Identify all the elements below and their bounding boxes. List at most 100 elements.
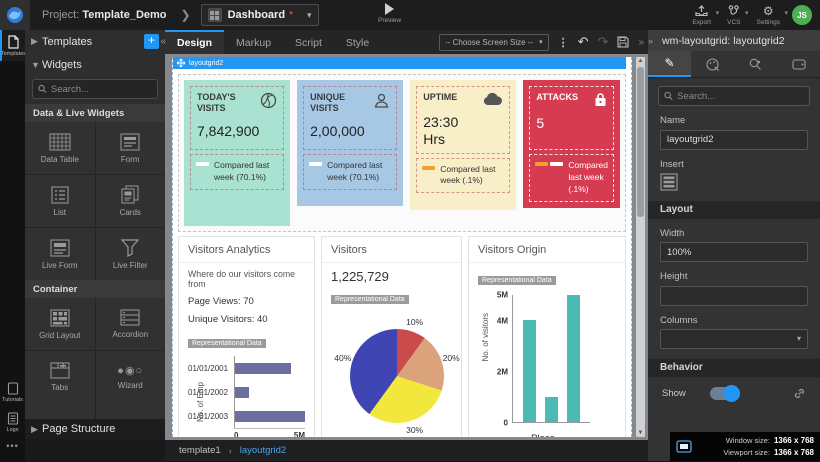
page-structure-toggle[interactable]: ▶ Page Structure [25,419,165,439]
kpi-card-uptime[interactable]: UPTIME 23:30 Hrs Compared last week (.1%… [410,80,516,210]
redo-button[interactable]: ↷ [598,34,609,50]
widgets-section-row[interactable]: ▼ Widgets [25,53,165,76]
widget-search-input[interactable] [51,84,152,95]
undo-button[interactable]: ↶ [578,34,589,50]
widget-live-filter[interactable]: Live Filter [96,228,166,280]
kpi-card-attacks[interactable]: ATTACKS 5 Compared last week (.1%) [523,80,620,208]
chevron-right-icon: ❯ [181,8,191,22]
bar [235,387,249,398]
widget-label: Wizard [118,381,143,390]
collapse-panel-icon[interactable]: « [160,36,166,47]
templates-section-row[interactable]: ▶ Templates + « [25,30,165,53]
widget-label: List [54,208,66,217]
group-header-container: Container [25,280,165,298]
widget-search[interactable] [32,79,158,99]
insert-row-button[interactable] [660,173,808,191]
screen-size-dropdown[interactable]: -- Choose Screen Size -- ▾ [439,34,549,51]
widget-accordion[interactable]: Accordion [96,298,166,350]
bar-category-label: 01/01/2001 [188,364,234,373]
representational-data-badge: Representational Data [331,295,409,304]
stat-unique-visitors: Unique Visitors: 40 [188,314,305,325]
widget-wizard[interactable]: ●◉○ Wizard [96,351,166,403]
group-header-data-live: Data & Live Widgets [25,104,165,122]
settings-button[interactable]: ⚙ Settings ▾ [757,5,781,26]
rail-item-logs[interactable]: Logs [0,407,25,437]
more-options-icon[interactable]: ••• [0,437,25,455]
panel-visitors[interactable]: Visitors 1,225,729 Representational Data… [321,236,462,437]
widget-cards[interactable]: Cards [96,175,166,227]
kpi-card-unique-visits[interactable]: UNIQUE VISITS 2,00,000 Compared last wee… [297,80,403,206]
add-template-button[interactable]: + [144,34,159,49]
window-size-label: Window size: [726,435,770,447]
widgets-section-label: Widgets [42,59,82,71]
y-axis-label: No. of Emp [196,382,205,422]
widget-list[interactable]: List [25,175,95,227]
widget-partial[interactable] [25,403,95,419]
design-canvas: layoutgrid2 TODAY'S VISITS 7,842,900 [165,54,648,440]
breadcrumb-template1[interactable]: template1 [179,445,221,456]
export-label: Export [692,19,711,26]
representational-data-badge: Representational Data [188,339,266,348]
bind-link-icon[interactable] [793,387,806,400]
panel-visitors-analytics[interactable]: Visitors Analytics Where do our visitors… [178,236,315,437]
widget-grid-layout[interactable]: Grid Layout [25,298,95,350]
breadcrumb-layoutgrid2[interactable]: layoutgrid2 [240,445,286,456]
save-button[interactable] [617,36,629,48]
name-field[interactable] [660,130,808,150]
insert-label: Insert [660,159,808,170]
show-toggle[interactable] [710,387,740,400]
widget-data-table[interactable]: Data Table [25,122,95,174]
columns-select[interactable]: ▾ [660,329,808,349]
kpi-card-todays-visits[interactable]: TODAY'S VISITS 7,842,900 Compared last w… [184,80,290,226]
scroll-up-icon[interactable]: ▲ [636,58,645,64]
widget-live-form[interactable]: Live Form [25,228,95,280]
width-field[interactable] [660,242,808,262]
collapse-panel-icon[interactable]: » [648,36,653,46]
wizard-icon: ●◉○ [117,364,143,377]
tab-style[interactable]: Style [334,30,381,54]
page-surface[interactable]: layoutgrid2 TODAY'S VISITS 7,842,900 [172,57,632,437]
tab-script[interactable]: Script [283,30,334,54]
canvas-region: Design Markup Script Style -- Choose Scr… [165,30,648,461]
tab-properties[interactable]: ✎ [648,51,691,77]
property-search[interactable] [658,86,810,106]
chevron-double-right-icon[interactable]: » [638,37,644,48]
rail-item-tutorials[interactable]: Tutorials [0,377,25,407]
panel-visitors-origin[interactable]: Visitors Origin Representational Data No… [468,236,626,437]
scrollbar-thumb[interactable] [637,67,644,217]
tab-search-properties[interactable] [734,51,777,77]
preview-button[interactable]: Preview [378,3,401,24]
widget-tabs[interactable]: Tabs [25,351,95,403]
palette-icon [706,58,719,71]
canvas-scrollbar[interactable]: ▲ ▼ [636,57,645,437]
insert-rows-icon [660,173,678,191]
live-filter-icon [120,238,140,257]
wavemaker-logo[interactable] [0,0,30,30]
vcs-button[interactable]: VCS ▾ [727,5,740,26]
height-field[interactable] [660,286,808,306]
tab-markup[interactable]: Markup [224,30,283,54]
property-search-input[interactable] [677,91,804,102]
tab-styles[interactable] [691,51,734,77]
tab-device[interactable] [777,51,820,77]
selection-header[interactable]: layoutgrid2 [173,57,626,69]
pie-slice-label: 40% [334,353,351,363]
widget-partial[interactable] [96,403,166,419]
chevron-down-icon: ▾ [716,9,720,17]
tab-design[interactable]: Design [165,30,224,54]
export-button[interactable]: Export ▾ [692,5,711,26]
bar [523,320,536,422]
caret-down-icon: ▼ [31,60,42,70]
page-selector-dropdown[interactable]: Dashboard * ▾ [201,4,319,26]
scroll-down-icon[interactable]: ▼ [636,430,645,436]
globe-icon [260,92,277,109]
more-menu-icon[interactable]: ⋮ [558,36,569,49]
sidebar-footer [25,439,165,462]
logs-icon [7,412,19,425]
rail-item-templates[interactable]: Templates [0,30,25,61]
widget-form[interactable]: Form [96,122,166,174]
tutorials-icon [7,382,19,395]
section-behavior: Behavior [648,359,820,377]
play-icon [385,3,394,15]
user-avatar[interactable]: JS [792,5,812,25]
